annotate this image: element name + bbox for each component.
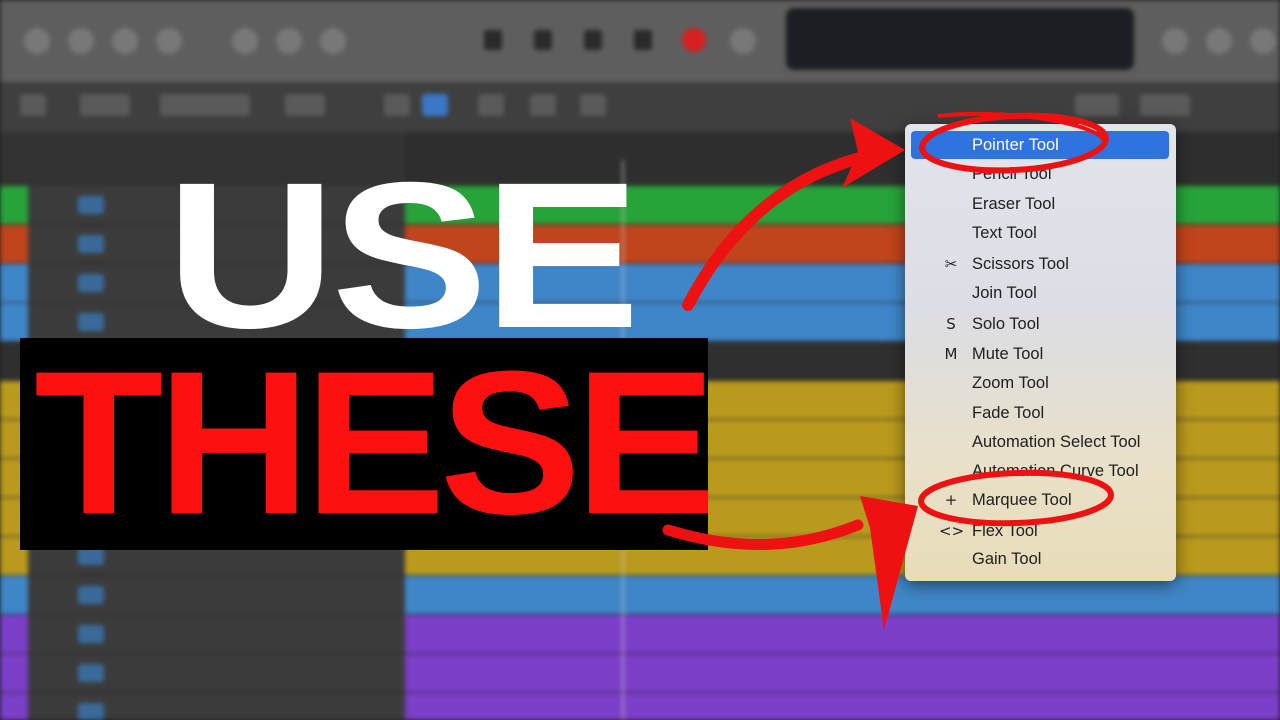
track-header [0, 654, 405, 693]
toolbar-box [80, 94, 130, 116]
toolbar-box [530, 94, 556, 116]
tool-menu-item[interactable]: M Mute Tool [911, 340, 1169, 368]
tool-menu-item[interactable]: Eraser Tool [911, 190, 1169, 218]
track-color-strip [0, 225, 28, 263]
tool-menu-item-label: Automation Curve Tool [972, 462, 1139, 480]
toolbar-box [384, 94, 410, 116]
control-bar [0, 0, 1280, 82]
glue-icon [939, 282, 963, 304]
pencil-icon [939, 163, 963, 185]
toolbar-box [422, 94, 448, 116]
track-color-strip [0, 264, 28, 302]
tool-menu-item[interactable]: + Marquee Tool [911, 486, 1169, 514]
tool-menu-item-label: Join Tool [972, 284, 1037, 302]
play-icon [634, 30, 652, 50]
tuner-button [1162, 28, 1188, 54]
toolbar-box [1075, 94, 1119, 116]
tool-menu-item-label: Eraser Tool [972, 195, 1056, 213]
magnifier-icon [939, 372, 963, 394]
track-region [405, 654, 1280, 693]
track-mute-button [78, 586, 104, 604]
toolbar-box [580, 94, 606, 116]
rewind-icon [484, 30, 502, 50]
library-button [24, 28, 50, 54]
tool-menu-item-label: Flex Tool [972, 522, 1038, 540]
track-mute-button [78, 625, 104, 643]
smart-controls-button [232, 28, 258, 54]
toolbar-box [285, 94, 325, 116]
tool-menu-item[interactable]: Gain Tool [911, 545, 1169, 573]
track-color-strip [0, 615, 28, 653]
track-color-strip [0, 303, 28, 341]
track-region [405, 576, 1280, 615]
record-icon [682, 28, 706, 52]
tool-menu-item[interactable]: Zoom Tool [911, 369, 1169, 397]
track-mute-button [78, 274, 104, 292]
editors-button [320, 28, 346, 54]
track-color-strip [0, 693, 28, 720]
tool-menu-item-label: Text Tool [972, 224, 1037, 242]
track-mute-button [78, 235, 104, 253]
tool-menu-item-label: Marquee Tool [972, 491, 1072, 509]
tool-menu-item[interactable]: Text Tool [911, 219, 1169, 247]
tool-menu-item[interactable]: Join Tool [911, 279, 1169, 307]
quick-help-button [112, 28, 138, 54]
scissors-icon: ✂ [944, 255, 958, 273]
tool-menu-item-label: Pointer Tool [972, 136, 1059, 154]
text-cursor-icon [939, 222, 963, 244]
eraser-icon [939, 193, 963, 215]
mute-icon: M [944, 345, 958, 363]
track-header [0, 615, 405, 654]
cycle-button [730, 28, 756, 54]
tool-menu-item-label: Solo Tool [972, 315, 1040, 333]
headline-these: THESE [34, 329, 716, 557]
solo-icon: S [946, 315, 956, 333]
toolbar-button [156, 28, 182, 54]
toolbar-box [478, 94, 504, 116]
gain-icon [939, 548, 963, 570]
tool-menu-item-label: Pencil Tool [972, 165, 1052, 183]
tool-menu-item-label: Automation Select Tool [972, 433, 1141, 451]
tool-menu-item[interactable]: Automation Curve Tool [911, 457, 1169, 485]
tool-menu-item-label: Zoom Tool [972, 374, 1049, 392]
flex-icon: <> [939, 522, 965, 540]
fast-forward-icon [534, 30, 552, 50]
track-header [0, 576, 405, 615]
automation-select-icon [939, 431, 963, 453]
tool-menu-item-label: Fade Tool [972, 404, 1045, 422]
tool-menu-item[interactable]: <> Flex Tool [911, 517, 1169, 545]
track-color-strip [0, 186, 28, 224]
tool-menu-item-label: Gain Tool [972, 550, 1042, 568]
fade-icon [939, 402, 963, 424]
tool-menu-item[interactable]: Fade Tool [911, 399, 1169, 427]
track-color-strip [0, 576, 28, 614]
tool-menu-item[interactable]: Pencil Tool [911, 160, 1169, 188]
inspector-button [68, 28, 94, 54]
stop-icon [584, 30, 602, 50]
tool-menu-item-label: Mute Tool [972, 345, 1044, 363]
tool-menu-item-label: Scissors Tool [972, 255, 1069, 273]
tool-menu: Pointer Tool Pencil Tool Eraser Tool Text T… [905, 124, 1176, 581]
tool-menu-item[interactable]: S Solo Tool [911, 310, 1169, 338]
track-mute-button [78, 664, 104, 682]
metronome-button [1206, 28, 1232, 54]
toolbar-box [1140, 94, 1190, 116]
pointer-arrow-icon [939, 134, 963, 156]
toolbar-box [160, 94, 250, 116]
track-header [0, 693, 405, 720]
toolbar-box [20, 94, 46, 116]
track-region [405, 693, 1280, 720]
crosshair-icon: + [944, 491, 958, 509]
track-color-strip [0, 654, 28, 692]
track-mute-button [78, 196, 104, 214]
tool-menu-item[interactable]: Automation Select Tool [911, 428, 1169, 456]
lcd-display [786, 8, 1134, 70]
mixer-button [276, 28, 302, 54]
track-region [405, 615, 1280, 654]
tool-menu-item[interactable]: Pointer Tool [911, 131, 1169, 159]
track-mute-button [78, 703, 104, 720]
tool-menu-item[interactable]: ✂ Scissors Tool [911, 250, 1169, 278]
count-in-button [1250, 28, 1276, 54]
automation-curve-icon [939, 460, 963, 482]
